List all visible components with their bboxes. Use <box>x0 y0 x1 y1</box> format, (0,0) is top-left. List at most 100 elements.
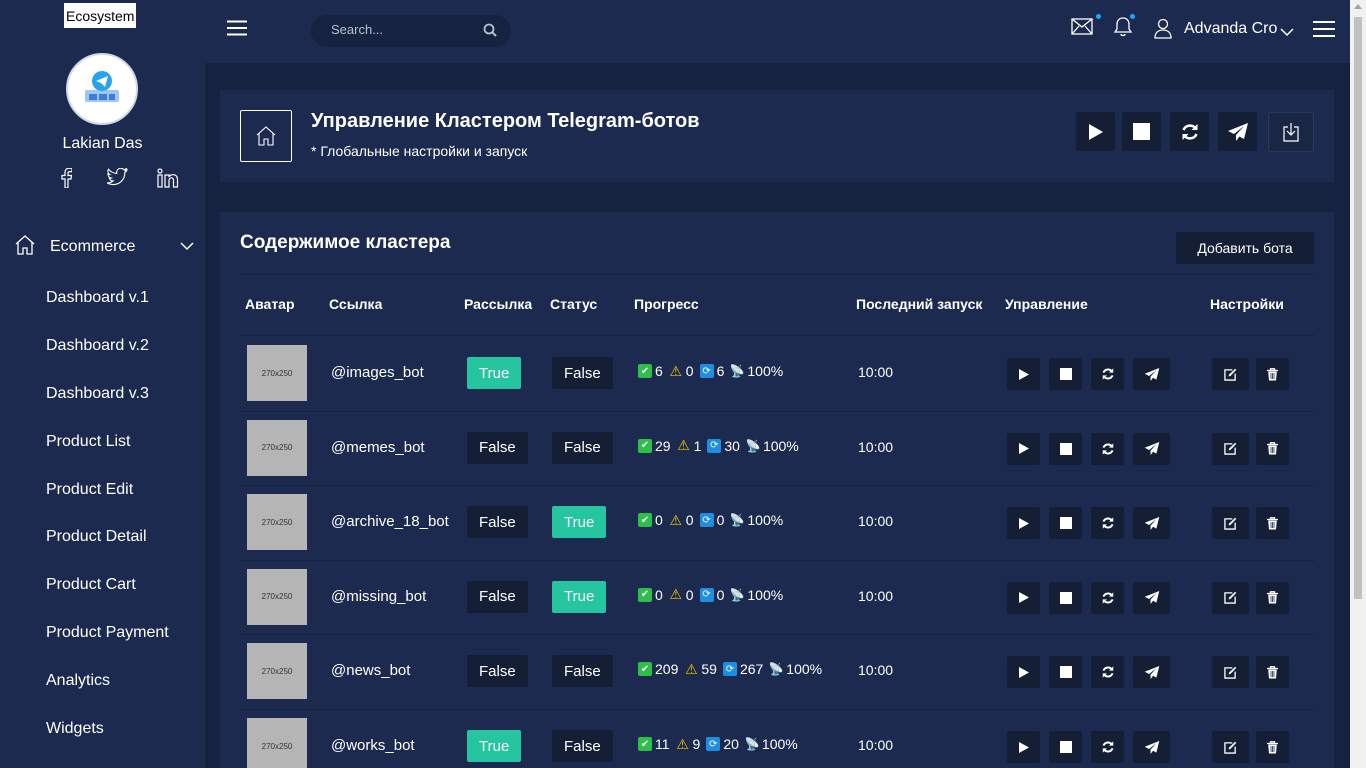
edit-bot-button[interactable] <box>1212 432 1249 465</box>
chevron-down-icon[interactable] <box>1280 24 1294 42</box>
search-icon[interactable] <box>483 23 497 42</box>
sync-icon: ⟳ <box>706 737 721 751</box>
restart-bot-button[interactable] <box>1091 581 1124 614</box>
bot-link[interactable]: @works_bot <box>331 737 415 754</box>
start-bot-button[interactable] <box>1007 358 1040 390</box>
edit-icon <box>1224 368 1237 381</box>
stop-icon <box>1059 517 1072 530</box>
refresh-icon <box>1102 741 1113 753</box>
status-badge[interactable]: False <box>552 730 613 762</box>
broadcast-all-button[interactable] <box>1218 112 1257 151</box>
search-box <box>311 15 511 47</box>
stop-bot-button[interactable] <box>1049 581 1082 614</box>
sidebar-item-widgets[interactable]: Widgets <box>46 714 169 762</box>
delete-bot-button[interactable] <box>1256 507 1289 540</box>
send-broadcast-button[interactable] <box>1133 507 1170 540</box>
stop-bot-button[interactable] <box>1049 432 1082 465</box>
delete-bot-button[interactable] <box>1256 656 1289 689</box>
mailing-badge[interactable]: True <box>467 357 522 389</box>
stop-icon <box>1059 368 1072 380</box>
menu-icon[interactable] <box>1313 20 1335 43</box>
edit-bot-button[interactable] <box>1212 656 1249 689</box>
status-badge[interactable]: True <box>552 580 607 613</box>
twitter-icon[interactable] <box>91 167 142 193</box>
edit-bot-button[interactable] <box>1212 358 1249 390</box>
edit-bot-button[interactable] <box>1212 731 1249 763</box>
user-icon[interactable] <box>1154 18 1172 44</box>
send-broadcast-button[interactable] <box>1133 731 1170 763</box>
restart-bot-button[interactable] <box>1091 507 1124 540</box>
start-bot-button[interactable] <box>1007 432 1040 465</box>
status-badge[interactable]: False <box>552 431 613 464</box>
brand-logo[interactable]: Ecosystem <box>64 3 137 28</box>
restart-bot-button[interactable] <box>1091 731 1124 763</box>
send-broadcast-button[interactable] <box>1133 656 1170 689</box>
bot-link[interactable]: @news_bot <box>331 662 410 679</box>
sidebar-item-dashboard-v1[interactable]: Dashboard v.1 <box>46 283 169 331</box>
restart-bot-button[interactable] <box>1091 432 1124 465</box>
send-broadcast-button[interactable] <box>1133 432 1170 465</box>
edit-icon <box>1224 666 1237 679</box>
stop-bot-button[interactable] <box>1049 358 1082 390</box>
download-button[interactable] <box>1268 112 1314 152</box>
start-bot-button[interactable] <box>1007 656 1040 689</box>
add-bot-button[interactable]: Добавить бота <box>1176 232 1314 264</box>
page-scrollbar[interactable] <box>1350 0 1366 768</box>
sidebar-item-product-cart[interactable]: Product Cart <box>46 570 169 618</box>
sidebar-item-analytics[interactable]: Analytics <box>46 666 169 714</box>
delete-bot-button[interactable] <box>1256 731 1289 763</box>
delete-bot-button[interactable] <box>1256 358 1289 390</box>
sidebar-item-product-payment[interactable]: Product Payment <box>46 618 169 666</box>
start-bot-button[interactable] <box>1007 507 1040 540</box>
delete-bot-button[interactable] <box>1256 581 1289 614</box>
stop-bot-button[interactable] <box>1049 731 1082 763</box>
status-badge[interactable]: True <box>552 506 607 539</box>
sidebar-section-ecommerce[interactable]: Ecommerce <box>14 232 194 262</box>
avatar[interactable] <box>66 53 138 125</box>
send-icon <box>1144 665 1159 679</box>
sidebar-item-product-edit[interactable]: Product Edit <box>46 475 169 523</box>
start-all-button[interactable] <box>1076 112 1115 151</box>
sidebar-item-dashboard-v2[interactable]: Dashboard v.2 <box>46 331 169 379</box>
sidebar-item-product-detail[interactable]: Product Detail <box>46 522 169 570</box>
scroll-up-arrow-icon[interactable] <box>1354 4 1362 9</box>
mailing-badge[interactable]: False <box>467 431 528 464</box>
sidebar-item-dashboard-v3[interactable]: Dashboard v.3 <box>46 379 169 427</box>
mailing-badge[interactable]: True <box>467 730 522 762</box>
search-input[interactable] <box>331 22 481 37</box>
bot-link[interactable]: @missing_bot <box>331 588 426 605</box>
stop-bot-button[interactable] <box>1049 656 1082 689</box>
status-badge[interactable]: False <box>552 655 613 688</box>
start-bot-button[interactable] <box>1007 731 1040 763</box>
bot-link[interactable]: @memes_bot <box>331 439 425 456</box>
bot-link[interactable]: @images_bot <box>331 364 424 381</box>
status-badge[interactable]: False <box>552 357 613 389</box>
progress-indicators: ✔ 11 ⚠ 9 ⟳ 20 📡 100% <box>638 736 798 752</box>
send-icon <box>1144 591 1159 605</box>
telegram-cluster-icon <box>85 71 119 102</box>
edit-bot-button[interactable] <box>1212 581 1249 614</box>
stop-bot-button[interactable] <box>1049 507 1082 540</box>
mail-icon[interactable] <box>1071 18 1093 40</box>
send-broadcast-button[interactable] <box>1133 581 1170 614</box>
restart-bot-button[interactable] <box>1091 358 1124 390</box>
restart-all-button[interactable] <box>1170 112 1209 151</box>
restart-bot-button[interactable] <box>1091 656 1124 689</box>
mailing-badge[interactable]: False <box>467 580 528 613</box>
delete-bot-button[interactable] <box>1256 432 1289 465</box>
user-menu-name[interactable]: Advanda Cro <box>1184 20 1277 38</box>
linkedin-icon[interactable] <box>142 168 193 193</box>
mailing-badge[interactable]: False <box>467 655 528 688</box>
menu-toggle-icon[interactable] <box>227 20 247 41</box>
scrollbar-thumb[interactable] <box>1354 17 1362 599</box>
sidebar-item-product-list[interactable]: Product List <box>46 427 169 475</box>
bell-icon[interactable] <box>1113 16 1133 43</box>
bot-link[interactable]: @archive_18_bot <box>331 513 449 530</box>
send-broadcast-button[interactable] <box>1133 358 1170 390</box>
home-button[interactable] <box>240 110 292 162</box>
facebook-icon[interactable] <box>40 167 91 193</box>
start-bot-button[interactable] <box>1007 581 1040 614</box>
edit-bot-button[interactable] <box>1212 507 1249 540</box>
mailing-badge[interactable]: False <box>467 506 528 539</box>
stop-all-button[interactable] <box>1122 112 1161 151</box>
